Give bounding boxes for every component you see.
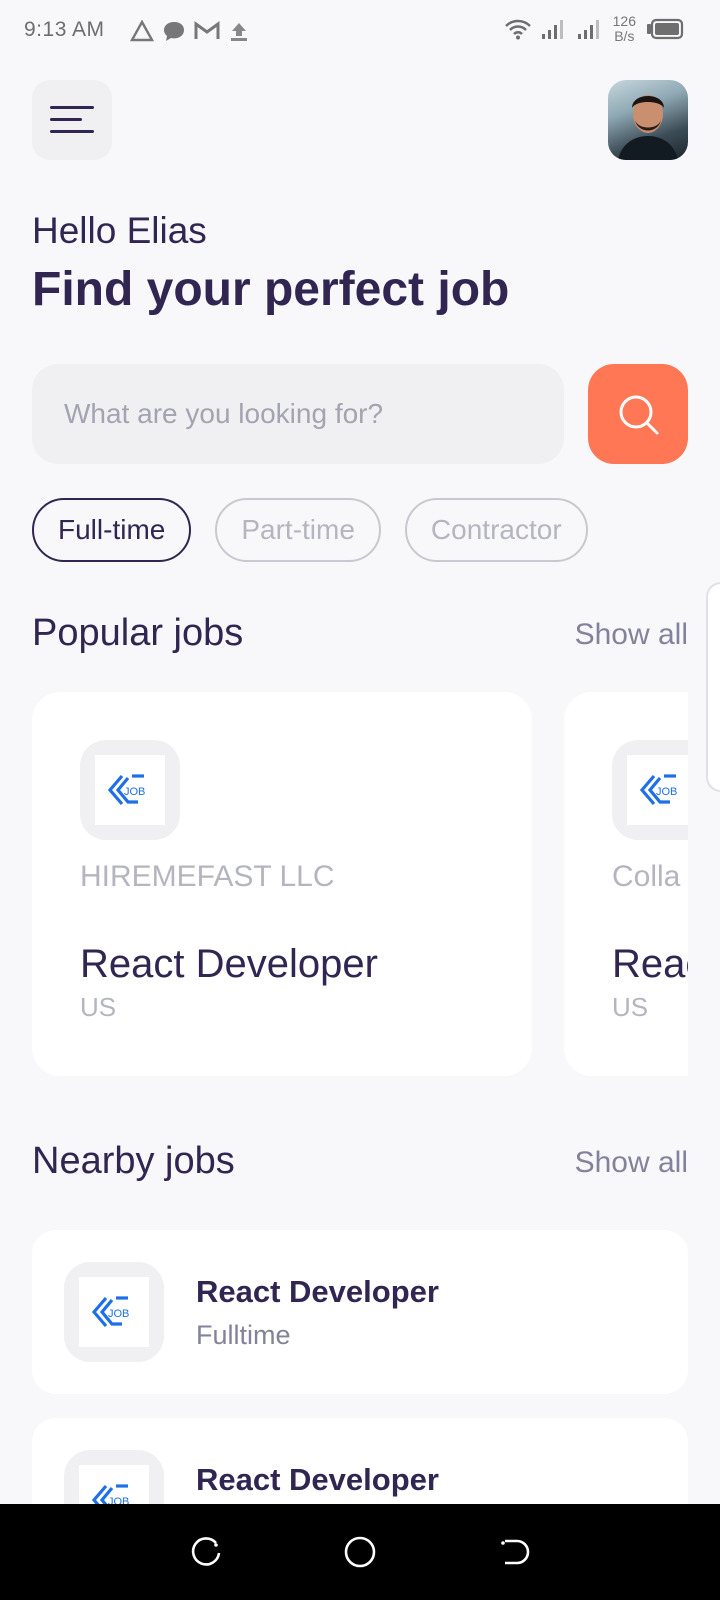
home-icon[interactable] xyxy=(343,1535,377,1569)
status-bar: 9:13 AM 126 B/s xyxy=(0,0,720,64)
avatar[interactable] xyxy=(608,80,688,160)
menu-button[interactable] xyxy=(32,80,112,160)
popular-show-all-link[interactable]: Show all xyxy=(575,618,688,652)
job-title: React Developer xyxy=(196,1462,439,1497)
job-location: US xyxy=(80,992,117,1022)
job-type: Fulltime xyxy=(196,1320,291,1350)
job-logo-icon: JOB xyxy=(108,774,145,806)
wifi-icon xyxy=(504,19,531,40)
logo-text: JOB xyxy=(108,1308,129,1320)
company-name: HIREMEFAST LLC xyxy=(80,860,335,893)
job-title: React Developer xyxy=(80,942,378,986)
search-button[interactable] xyxy=(588,364,688,464)
tab-contractor[interactable]: Contractor xyxy=(404,498,588,562)
company-logo: JOB xyxy=(64,1262,164,1362)
menu-icon xyxy=(50,106,94,133)
battery-icon xyxy=(647,18,684,40)
job-logo-icon: JOB xyxy=(92,1296,129,1328)
net-speed-unit: B/s xyxy=(614,28,635,44)
edge-panel-handle[interactable] xyxy=(706,582,720,792)
status-time: 9:13 AM xyxy=(24,18,105,41)
popular-job-card[interactable]: JOB HIREMEFAST LLC React Developer US xyxy=(32,692,532,1076)
recents-icon[interactable] xyxy=(189,1535,223,1569)
job-title: React Developer xyxy=(196,1274,439,1309)
net-speed: 126 B/s xyxy=(613,14,636,44)
nearby-show-all-link[interactable]: Show all xyxy=(575,1146,688,1180)
greeting: Hello Elias xyxy=(32,210,207,251)
logo-text: JOB xyxy=(124,786,145,798)
notification-icons xyxy=(130,20,250,42)
chat-bubble-icon xyxy=(164,22,184,41)
job-location: US xyxy=(612,992,649,1022)
gmail-icon xyxy=(194,21,220,39)
page-title: Find your perfect job xyxy=(32,263,510,316)
job-logo-icon: JOB xyxy=(640,774,677,806)
upload-icon xyxy=(231,23,247,41)
search-input[interactable] xyxy=(64,364,544,464)
net-speed-value: 126 xyxy=(612,13,636,29)
signal-icon xyxy=(577,20,599,39)
job-type-tabs: Full-time Part-time Contractor xyxy=(32,498,588,562)
nearby-jobs-title: Nearby jobs xyxy=(32,1140,235,1182)
logo-text: JOB xyxy=(656,786,677,798)
company-logo: JOB xyxy=(80,740,180,840)
company-name: Colla xyxy=(612,860,681,893)
nearby-job-card[interactable]: JOB React Developer Fulltime xyxy=(32,1230,688,1394)
signal-icon xyxy=(541,20,563,39)
avatar-photo-icon xyxy=(618,95,678,160)
job-title: Reac xyxy=(612,942,688,986)
tab-part-time[interactable]: Part-time xyxy=(215,498,381,562)
company-logo: JOB xyxy=(612,740,688,840)
back-icon[interactable] xyxy=(497,1535,531,1569)
search-icon xyxy=(619,395,659,435)
system-nav-bar xyxy=(0,1504,720,1600)
status-right: 126 B/s xyxy=(504,14,684,44)
popular-jobs-carousel[interactable]: JOB HIREMEFAST LLC React Developer US JO… xyxy=(32,692,688,1076)
popular-jobs-title: Popular jobs xyxy=(32,612,244,654)
triangle-alert-icon xyxy=(130,20,154,42)
tab-full-time[interactable]: Full-time xyxy=(32,498,192,562)
popular-job-card[interactable]: JOB Colla Reac US xyxy=(564,692,688,1076)
search-box[interactable] xyxy=(32,364,564,464)
